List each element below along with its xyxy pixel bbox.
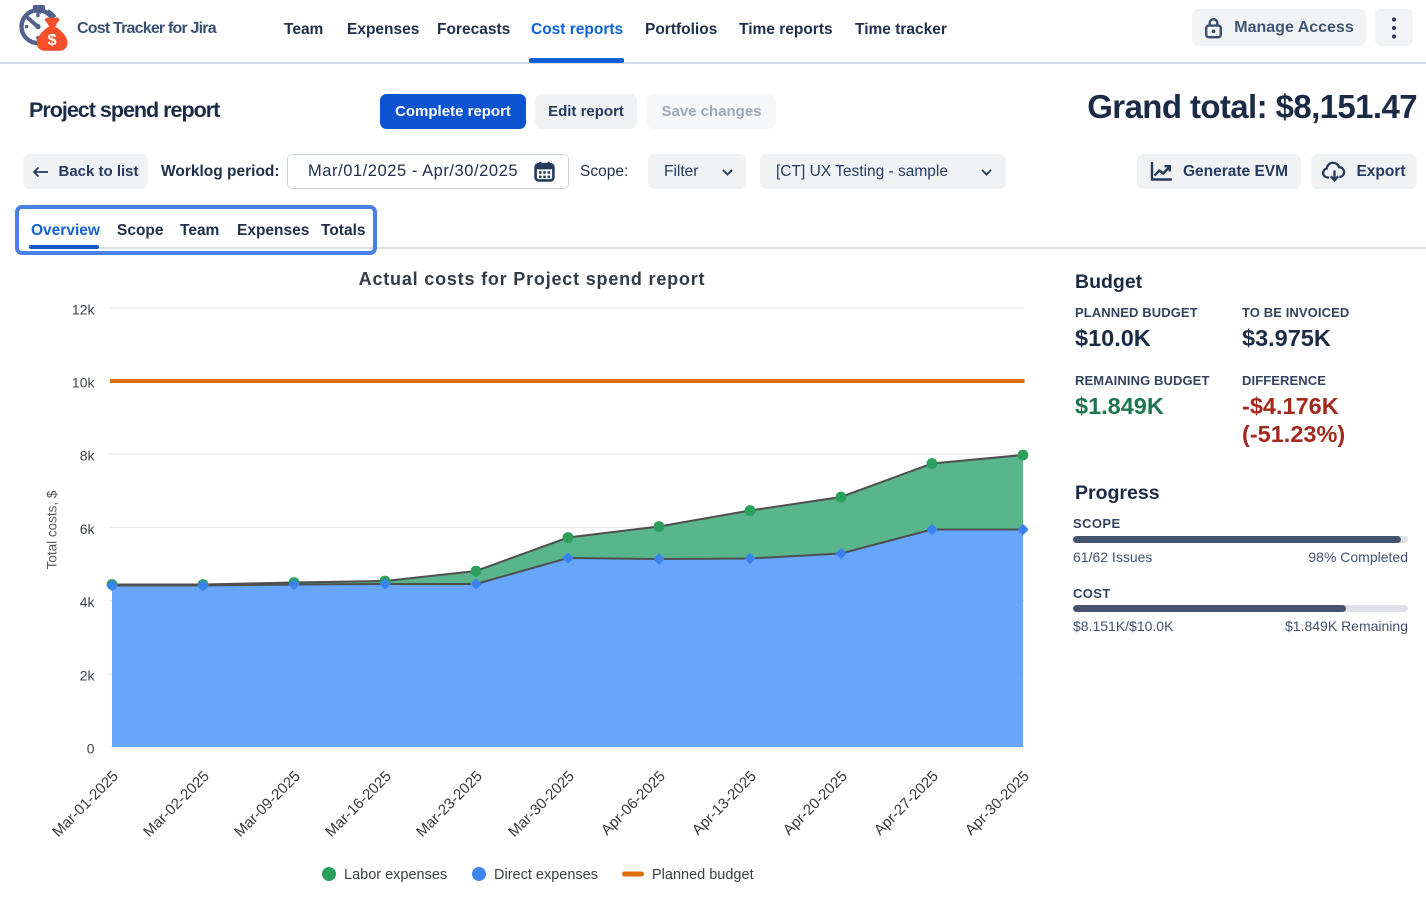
svg-text:12k: 12k (72, 301, 96, 317)
svg-text:6k: 6k (80, 521, 96, 537)
svg-text:Mar-01-2025: Mar-01-2025 (49, 768, 122, 841)
svg-text:Mar-30-2025: Mar-30-2025 (505, 768, 578, 841)
svg-text:Apr-06-2025: Apr-06-2025 (598, 768, 669, 839)
svg-text:Direct expenses: Direct expenses (494, 867, 598, 883)
svg-text:Mar-16-2025: Mar-16-2025 (322, 768, 395, 841)
svg-text:8k: 8k (80, 448, 96, 464)
svg-text:Mar-02-2025: Mar-02-2025 (140, 768, 213, 841)
svg-text:Planned budget: Planned budget (652, 867, 754, 883)
svg-text:Apr-20-2025: Apr-20-2025 (780, 768, 851, 839)
svg-text:$: $ (48, 32, 57, 49)
svg-text:2k: 2k (80, 667, 96, 683)
svg-text:Total costs, $: Total costs, $ (45, 490, 60, 569)
svg-text:Labor expenses: Labor expenses (344, 867, 447, 883)
svg-text:Mar-09-2025: Mar-09-2025 (231, 768, 304, 841)
svg-text:4k: 4k (80, 594, 96, 610)
svg-text:Mar-23-2025: Mar-23-2025 (413, 768, 486, 841)
svg-text:10k: 10k (72, 375, 96, 391)
svg-text:Apr-27-2025: Apr-27-2025 (871, 768, 942, 839)
svg-text:Actual costs for Project spend: Actual costs for Project spend report (359, 269, 706, 289)
svg-text:0: 0 (87, 741, 95, 757)
svg-text:Apr-13-2025: Apr-13-2025 (689, 768, 760, 839)
svg-text:Apr-30-2025: Apr-30-2025 (962, 768, 1033, 839)
